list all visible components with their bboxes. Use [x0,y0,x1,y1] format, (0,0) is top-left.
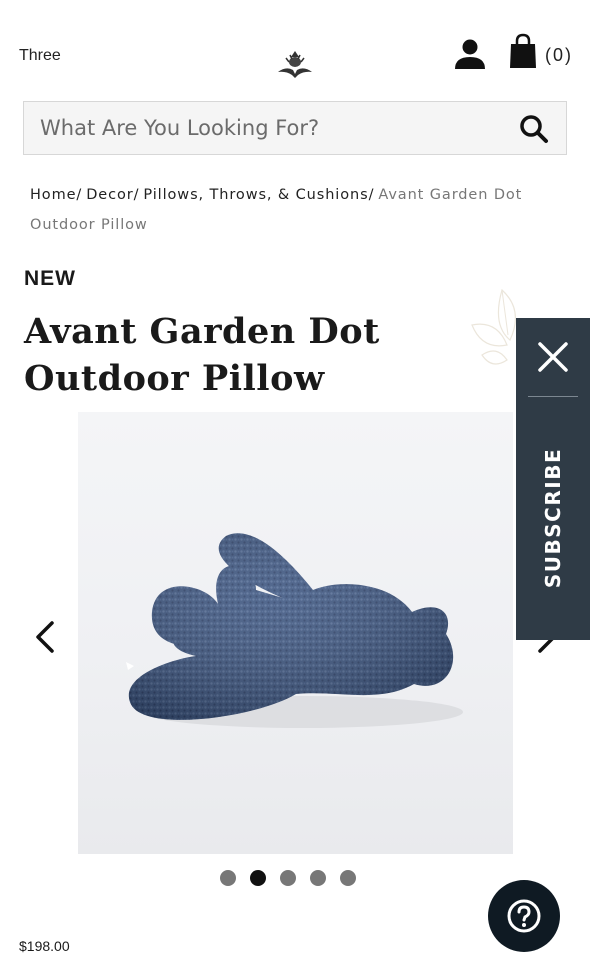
question-mark-icon [507,899,541,933]
product-price: $198.00 [19,938,70,954]
gallery-dot[interactable] [280,870,296,886]
gallery-dot[interactable] [310,870,326,886]
breadcrumb-separator: / [76,187,83,203]
panel-divider [528,396,578,397]
breadcrumb-pillows[interactable]: Pillows, Throws, & Cushions [143,187,368,203]
cart-count[interactable]: (0) [545,45,573,66]
product-gallery [0,412,590,858]
gallery-dots [218,868,368,888]
breadcrumb-separator: / [133,187,140,203]
breadcrumb-home[interactable]: Home [30,187,76,203]
brand-text[interactable]: Three [19,47,61,65]
subscribe-panel: SUBSCRIBE [516,318,590,640]
breadcrumb-separator: / [368,187,375,203]
gallery-dot[interactable] [340,870,356,886]
product-image[interactable] [78,412,513,854]
new-badge: NEW [24,267,76,290]
bunny-pillow-image [126,533,463,728]
thistle-crest-icon[interactable] [276,48,314,80]
gallery-dot-active[interactable] [250,870,266,886]
chevron-left-icon[interactable] [30,617,60,657]
site-header: Three (0) [0,0,590,100]
search-button[interactable] [516,111,552,147]
search-input[interactable] [24,102,504,154]
close-icon[interactable] [534,338,572,376]
search-bar [23,101,567,155]
product-title: Avant Garden Dot Outdoor Pillow [24,311,380,399]
subscribe-tab[interactable]: SUBSCRIBE [541,448,565,588]
gallery-dot[interactable] [220,870,236,886]
help-button[interactable] [488,880,560,952]
breadcrumb-decor[interactable]: Decor [86,187,133,203]
person-icon[interactable] [454,38,486,70]
search-icon [520,115,548,143]
shopping-bag-icon[interactable] [508,33,538,69]
breadcrumb: Home/Decor/Pillows, Throws, & Cushions/A… [30,180,550,240]
